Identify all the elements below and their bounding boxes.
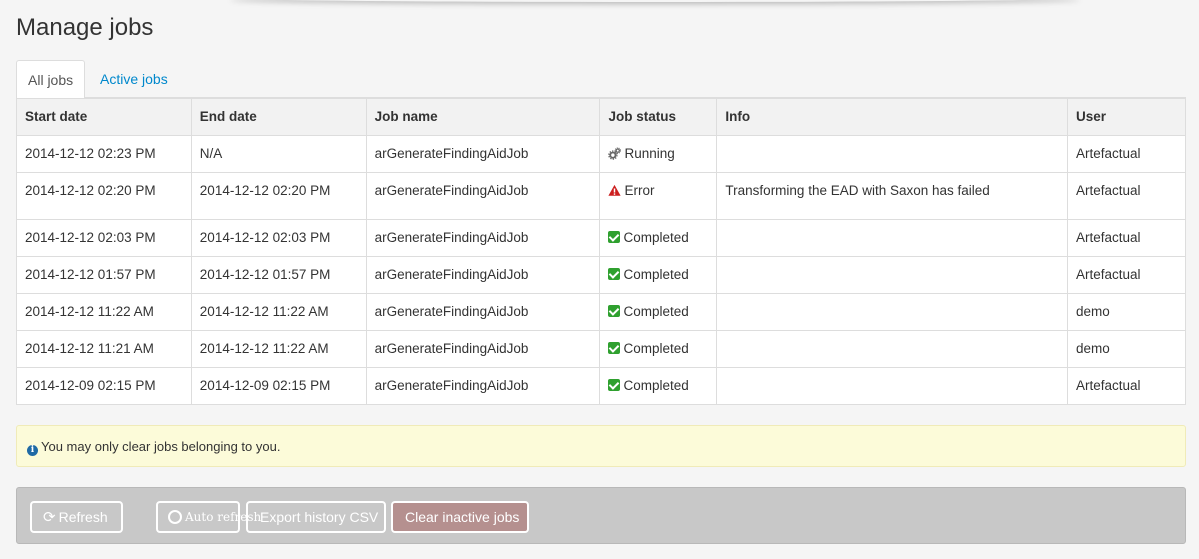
cell-end-date: 2014-12-12 02:03 PM bbox=[190, 219, 367, 257]
refresh-label: Refresh bbox=[58, 509, 108, 525]
table-row: 2014-12-12 02:03 PM 2014-12-12 02:03 PM … bbox=[16, 219, 1186, 257]
refresh-button[interactable]: ⟳ Refresh bbox=[30, 501, 123, 533]
cell-job-status: Running bbox=[599, 135, 718, 173]
job-tabs: All jobs Active jobs bbox=[16, 60, 1186, 99]
header-user[interactable]: User bbox=[1067, 98, 1186, 136]
cell-user: Artefactual bbox=[1067, 367, 1186, 405]
tab-all-jobs[interactable]: All jobs bbox=[16, 60, 86, 99]
cell-job-name: arGenerateFindingAidJob bbox=[365, 219, 601, 257]
table-row: 2014-12-12 02:20 PM 2014-12-12 02:20 PM … bbox=[16, 172, 1186, 220]
cell-start-date: 2014-12-12 01:57 PM bbox=[16, 256, 192, 294]
cell-user: Artefactual bbox=[1067, 172, 1186, 220]
cell-start-date: 2014-12-12 02:20 PM bbox=[16, 172, 192, 220]
cell-user: Artefactual bbox=[1067, 135, 1186, 173]
table-row: 2014-12-12 11:22 AM 2014-12-12 11:22 AM … bbox=[16, 293, 1186, 331]
table-row: 2014-12-09 02:15 PM 2014-12-09 02:15 PM … bbox=[16, 367, 1186, 405]
cell-start-date: 2014-12-12 11:22 AM bbox=[16, 293, 192, 331]
check-icon bbox=[608, 268, 621, 280]
cell-end-date: 2014-12-12 11:22 AM bbox=[190, 293, 367, 331]
header-end-date[interactable]: End date bbox=[190, 98, 367, 136]
cell-user: Artefactual bbox=[1067, 256, 1186, 294]
page-title: Manage jobs bbox=[16, 14, 154, 41]
status-text: Error bbox=[624, 183, 655, 198]
status-text: Completed bbox=[623, 304, 689, 319]
gears-icon bbox=[608, 147, 622, 160]
table-row: 2014-12-12 01:57 PM 2014-12-12 01:57 PM … bbox=[16, 256, 1186, 294]
status-text: Running bbox=[624, 146, 675, 161]
actions-bar: ⟳ Refresh Auto refresh Export history CSV… bbox=[16, 487, 1186, 544]
cell-info bbox=[716, 330, 1069, 368]
cell-end-date: N/A bbox=[190, 135, 367, 173]
cell-job-status: Completed bbox=[599, 330, 718, 368]
header-start-date[interactable]: Start date bbox=[16, 98, 192, 136]
clear-inactive-jobs-button[interactable]: Clear inactive jobs bbox=[391, 501, 529, 533]
status-text: Completed bbox=[623, 378, 689, 393]
cell-job-name: arGenerateFindingAidJob bbox=[365, 330, 601, 368]
cell-start-date: 2014-12-12 02:23 PM bbox=[16, 135, 192, 173]
cell-end-date: 2014-12-12 02:20 PM bbox=[190, 172, 367, 220]
clear-jobs-notice: i You may only clear jobs belonging to yo… bbox=[16, 425, 1186, 467]
cell-info bbox=[716, 219, 1069, 257]
status-text: Completed bbox=[623, 230, 689, 245]
check-icon bbox=[608, 305, 621, 317]
cell-start-date: 2014-12-12 11:21 AM bbox=[16, 330, 192, 368]
tab-active-jobs[interactable]: Active jobs bbox=[89, 60, 179, 98]
cell-user: Artefactual bbox=[1067, 219, 1186, 257]
table-row: 2014-12-12 02:23 PM N/A arGenerateFindin… bbox=[16, 135, 1186, 173]
cell-start-date: 2014-12-09 02:15 PM bbox=[16, 367, 192, 405]
cell-job-name: arGenerateFindingAidJob bbox=[365, 135, 601, 173]
cell-job-status: Completed bbox=[599, 293, 718, 331]
cell-end-date: 2014-12-12 11:22 AM bbox=[190, 330, 367, 368]
cell-end-date: 2014-12-09 02:15 PM bbox=[190, 367, 367, 405]
table-header-row: Start date End date Job name Job status … bbox=[16, 98, 1186, 136]
cell-info: Transforming the EAD with Saxon has fail… bbox=[716, 172, 1069, 220]
cell-job-status: Completed bbox=[599, 367, 718, 405]
header-info[interactable]: Info bbox=[716, 98, 1069, 136]
cell-job-name: arGenerateFindingAidJob bbox=[365, 172, 601, 220]
top-shadow-decoration bbox=[230, 0, 1080, 2]
header-job-name[interactable]: Job name bbox=[365, 98, 601, 136]
table-row: 2014-12-12 11:21 AM 2014-12-12 11:22 AM … bbox=[16, 330, 1186, 368]
cell-end-date: 2014-12-12 01:57 PM bbox=[190, 256, 367, 294]
cell-info bbox=[716, 367, 1069, 405]
header-job-status[interactable]: Job status bbox=[599, 98, 718, 136]
check-icon bbox=[608, 342, 621, 354]
cell-job-status: Completed bbox=[599, 256, 718, 294]
auto-refresh-toggle[interactable]: Auto refresh bbox=[156, 501, 261, 533]
jobs-table: Start date End date Job name Job status … bbox=[16, 98, 1186, 405]
status-text: Completed bbox=[623, 341, 689, 356]
radio-icon bbox=[168, 510, 182, 524]
cell-info bbox=[716, 293, 1069, 331]
cell-job-status: Error bbox=[599, 172, 718, 220]
cell-job-name: arGenerateFindingAidJob bbox=[365, 367, 601, 405]
cell-info bbox=[716, 256, 1069, 294]
cell-job-name: arGenerateFindingAidJob bbox=[365, 293, 601, 331]
info-icon: i bbox=[27, 445, 38, 456]
cell-job-status: Completed bbox=[599, 219, 718, 257]
cell-job-name: arGenerateFindingAidJob bbox=[365, 256, 601, 294]
notice-text: You may only clear jobs belonging to you… bbox=[41, 439, 281, 454]
check-icon bbox=[608, 231, 621, 243]
check-icon bbox=[608, 379, 621, 391]
cell-user: demo bbox=[1067, 330, 1186, 368]
export-history-csv-button[interactable]: Export history CSV bbox=[246, 501, 386, 533]
cell-info bbox=[716, 135, 1069, 173]
cell-user: demo bbox=[1067, 293, 1186, 331]
refresh-icon: ⟳ bbox=[43, 509, 56, 526]
cell-start-date: 2014-12-12 02:03 PM bbox=[16, 219, 192, 257]
status-text: Completed bbox=[623, 267, 689, 282]
warning-icon bbox=[608, 184, 622, 196]
